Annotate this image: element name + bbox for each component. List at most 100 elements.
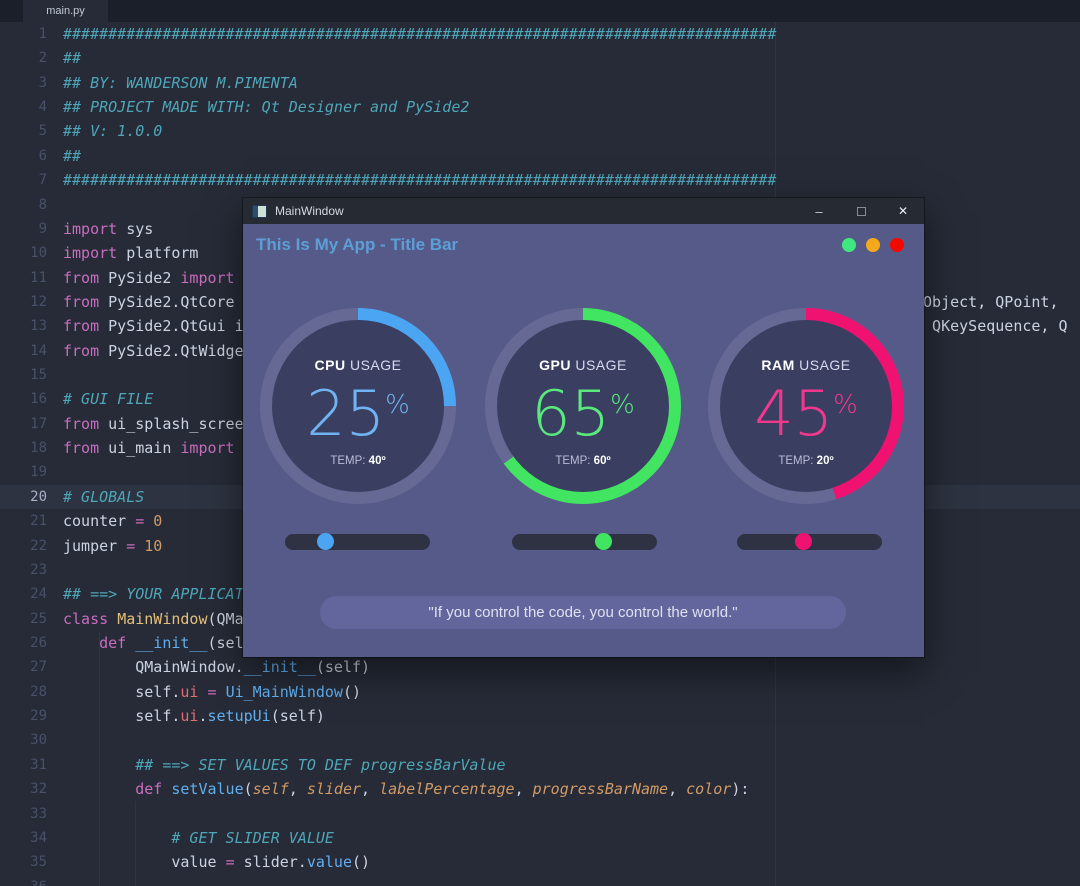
code-line: 2##	[0, 46, 1080, 70]
code-line-text	[47, 802, 1080, 826]
orange-dot	[866, 238, 880, 252]
cpu-slider-handle[interactable]	[317, 533, 334, 550]
app-client-area: This Is My App - Title Bar CPU USAGE 25%…	[243, 224, 924, 657]
code-line-text	[47, 728, 1080, 752]
close-button[interactable]: ✕	[882, 198, 924, 224]
line-number: 7	[0, 168, 47, 192]
code-line-text: QMainWindow.__init__(self)	[47, 655, 1080, 679]
code-line: 3## BY: WANDERSON M.PIMENTA	[0, 71, 1080, 95]
code-line-text: self.ui = Ui_MainWindow()	[47, 680, 1080, 704]
code-line: 30	[0, 728, 1080, 752]
code-line: 36	[0, 875, 1080, 886]
line-number: 8	[0, 193, 47, 217]
line-number: 10	[0, 241, 47, 265]
ram-gauge-label: RAM USAGE	[708, 357, 904, 373]
cpu-gauge: CPU USAGE 25% TEMP: 40º	[260, 308, 456, 504]
line-number: 31	[0, 753, 47, 777]
code-line: 32 def setValue(self, slider, labelPerce…	[0, 777, 1080, 801]
minimize-button[interactable]: –	[798, 198, 840, 224]
line-number: 21	[0, 509, 47, 533]
cpu-gauge-label: CPU USAGE	[260, 357, 456, 373]
code-line: 27 QMainWindow.__init__(self)	[0, 655, 1080, 679]
ram-slider[interactable]	[737, 534, 882, 550]
window-controls: – ✕	[798, 198, 924, 224]
window-titlebar[interactable]: MainWindow – ✕	[243, 198, 924, 224]
code-line: 7#######################################…	[0, 168, 1080, 192]
line-number: 20	[0, 485, 47, 509]
line-number: 23	[0, 558, 47, 582]
line-number: 34	[0, 826, 47, 850]
maximize-button[interactable]	[840, 198, 882, 224]
code-line-text: ## PROJECT MADE WITH: Qt Designer and Py…	[47, 95, 1080, 119]
line-number: 36	[0, 875, 47, 886]
indent-guide	[99, 631, 100, 886]
line-number: 2	[0, 46, 47, 70]
line-number: 3	[0, 71, 47, 95]
tab-main-py[interactable]: main.py	[23, 0, 108, 22]
quote-text: "If you control the code, you control th…	[428, 604, 737, 621]
qt-app-window: MainWindow – ✕ This Is My App - Title Ba…	[243, 198, 924, 657]
ram-slider-handle[interactable]	[795, 533, 812, 550]
code-line: 4## PROJECT MADE WITH: Qt Designer and P…	[0, 95, 1080, 119]
line-number: 28	[0, 680, 47, 704]
red-dot	[890, 238, 904, 252]
close-icon: ✕	[898, 204, 908, 218]
line-number: 30	[0, 728, 47, 752]
code-line-text: ########################################…	[47, 22, 1080, 46]
ram-temp: TEMP: 20º	[708, 455, 904, 467]
cpu-usage-value: 25%	[260, 372, 456, 447]
line-number: 5	[0, 119, 47, 143]
code-fragment-right: , QKeySequence, Q	[914, 314, 1068, 338]
quote-bar: "If you control the code, you control th…	[320, 596, 846, 629]
code-line-text: self.ui.setupUi(self)	[47, 704, 1080, 728]
code-line: 31 ## ==> SET VALUES TO DEF progressBarV…	[0, 753, 1080, 777]
code-fragment-right: QObject, QPoint,	[914, 290, 1059, 314]
gpu-usage-value: 65%	[485, 372, 681, 447]
code-line-text: ##	[47, 144, 1080, 168]
code-line: 6##	[0, 144, 1080, 168]
code-line: 33	[0, 802, 1080, 826]
gpu-gauge: GPU USAGE 65% TEMP: 60º	[485, 308, 681, 504]
gpu-slider-handle[interactable]	[595, 533, 612, 550]
gpu-slider[interactable]	[512, 534, 657, 550]
code-line-text: ## BY: WANDERSON M.PIMENTA	[47, 71, 1080, 95]
code-line-text: ########################################…	[47, 168, 1080, 192]
line-number: 9	[0, 217, 47, 241]
code-line: 35 value = slider.value()	[0, 850, 1080, 874]
line-number: 25	[0, 607, 47, 631]
maximize-icon	[857, 207, 866, 216]
line-number: 19	[0, 460, 47, 484]
code-line-text: def setValue(self, slider, labelPercenta…	[47, 777, 1080, 801]
line-number: 1	[0, 22, 47, 46]
line-number: 11	[0, 266, 47, 290]
line-number: 18	[0, 436, 47, 460]
app-window-icon	[252, 205, 267, 218]
line-number: 29	[0, 704, 47, 728]
line-number: 22	[0, 534, 47, 558]
green-dot	[842, 238, 856, 252]
ram-usage-value: 45%	[708, 372, 904, 447]
app-title: This Is My App - Title Bar	[256, 235, 458, 255]
line-number: 26	[0, 631, 47, 655]
code-line: 5## V: 1.0.0	[0, 119, 1080, 143]
line-number: 4	[0, 95, 47, 119]
gpu-temp: TEMP: 60º	[485, 455, 681, 467]
ram-gauge: RAM USAGE 45% TEMP: 20º	[708, 308, 904, 504]
cpu-temp: TEMP: 40º	[260, 455, 456, 467]
code-line-text: # GET SLIDER VALUE	[47, 826, 1080, 850]
line-number: 13	[0, 314, 47, 338]
code-line-text: ## ==> SET VALUES TO DEF progressBarValu…	[47, 753, 1080, 777]
line-number: 32	[0, 777, 47, 801]
tab-label: main.py	[46, 5, 85, 17]
code-line: 1#######################################…	[0, 22, 1080, 46]
line-number: 35	[0, 850, 47, 874]
line-number: 24	[0, 582, 47, 606]
cpu-slider[interactable]	[285, 534, 430, 550]
line-number: 33	[0, 802, 47, 826]
line-number: 6	[0, 144, 47, 168]
line-number: 17	[0, 412, 47, 436]
indent-guide	[135, 801, 136, 886]
line-number: 14	[0, 339, 47, 363]
code-line-text	[47, 875, 1080, 886]
line-number: 15	[0, 363, 47, 387]
